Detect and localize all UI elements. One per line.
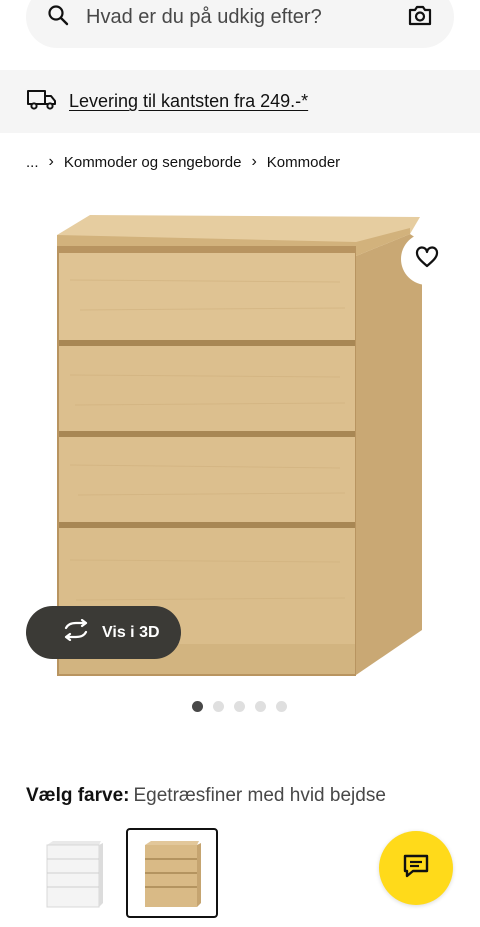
color-swatch-white[interactable] — [28, 828, 120, 918]
color-selector-label: Vælg farve: Egetræsfiner med hvid bejdse — [26, 785, 386, 807]
gallery-dot[interactable] — [192, 701, 203, 712]
view-3d-label: Vis i 3D — [102, 623, 160, 641]
search-input[interactable]: Hvad er du på udkig efter? — [86, 6, 406, 29]
gallery-dot[interactable] — [276, 701, 287, 712]
gallery-dot[interactable] — [255, 701, 266, 712]
favorite-button[interactable] — [401, 233, 453, 285]
chevron-right-icon: › — [48, 153, 54, 170]
delivery-banner[interactable]: Levering til kantsten fra 249.-* — [0, 70, 480, 133]
gallery-dot[interactable] — [213, 701, 224, 712]
gallery-dot[interactable] — [234, 701, 245, 712]
view-3d-button[interactable]: Vis i 3D — [26, 606, 181, 659]
gallery-pagination — [192, 701, 287, 712]
color-label-title: Vælg farve: — [26, 785, 130, 806]
rotate-icon — [62, 618, 90, 646]
chat-icon — [401, 851, 431, 886]
heart-icon — [414, 244, 440, 275]
search-icon — [46, 3, 70, 32]
chat-button[interactable] — [379, 831, 453, 905]
truck-icon — [26, 87, 58, 116]
color-swatch-oak-white-stained[interactable] — [126, 828, 218, 918]
camera-icon[interactable] — [406, 1, 434, 34]
color-label-value: Egetræsfiner med hvid bejdse — [133, 785, 386, 806]
breadcrumb-item-dressers[interactable]: Kommoder — [267, 154, 340, 171]
delivery-link[interactable]: Levering til kantsten fra 249.-* — [69, 91, 308, 112]
search-bar[interactable]: Hvad er du på udkig efter? — [26, 0, 454, 48]
chevron-right-icon: › — [251, 153, 257, 170]
breadcrumb-ellipsis[interactable]: ... — [26, 154, 39, 171]
breadcrumb: ... › Kommoder og sengeborde › Kommoder — [26, 150, 340, 174]
breadcrumb-item-dressers-nightstands[interactable]: Kommoder og sengeborde — [64, 154, 242, 171]
